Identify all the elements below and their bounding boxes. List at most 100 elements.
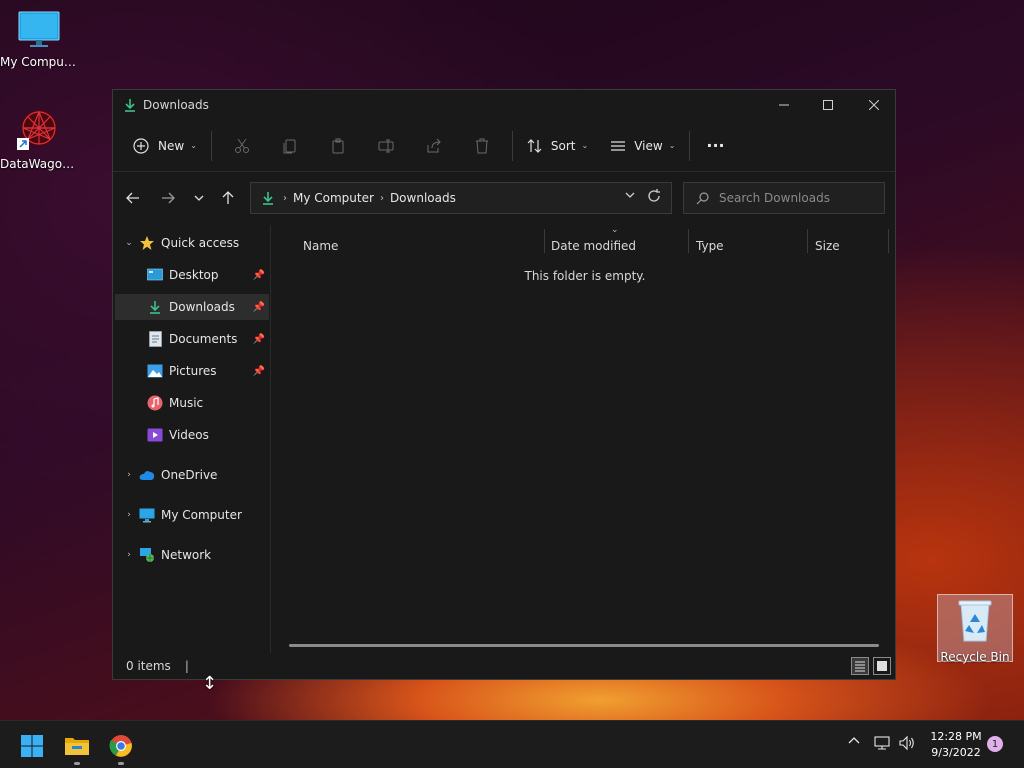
pin-icon[interactable]: 📌 (253, 334, 265, 345)
taskbar-chrome[interactable] (101, 729, 141, 765)
close-button[interactable] (851, 90, 897, 120)
window-title: Downloads (143, 98, 209, 112)
tiles-view-icon (877, 661, 887, 671)
minimize-button[interactable] (761, 90, 807, 120)
sidebar-item-quick-access[interactable]: ⌄ Quick access (115, 230, 269, 256)
pin-icon[interactable]: 📌 (253, 302, 265, 313)
details-view-icon (855, 661, 865, 672)
arrow-right-icon (162, 192, 175, 204)
delete-button[interactable] (458, 129, 506, 163)
sidebar-item-label: Videos (169, 428, 209, 442)
search-box[interactable] (683, 182, 885, 214)
column-divider[interactable] (807, 229, 808, 253)
sidebar-item-documents[interactable]: Documents 📌 (115, 326, 269, 352)
large-icons-view-button[interactable] (873, 657, 891, 675)
sidebar-item-my-computer[interactable]: › My Computer (115, 502, 269, 528)
more-options-button[interactable]: ··· (696, 129, 734, 163)
horizontal-scrollbar[interactable] (289, 644, 879, 647)
view-label: View (634, 138, 663, 153)
monitor-icon (18, 11, 60, 47)
chevron-right-icon[interactable]: › (119, 550, 139, 560)
copy-button[interactable] (266, 129, 314, 163)
new-button[interactable]: New ⌄ (125, 129, 205, 163)
chevron-right-icon[interactable]: › (119, 510, 139, 520)
system-clock[interactable]: 12:28 PM 9/3/2022 (918, 729, 994, 761)
column-header-date-modified[interactable]: Date modified ⌄ (551, 225, 637, 257)
sidebar-item-onedrive[interactable]: › OneDrive (115, 462, 269, 488)
refresh-icon (648, 189, 660, 202)
sidebar-item-desktop[interactable]: Desktop 📌 (115, 262, 269, 288)
forward-button[interactable] (151, 181, 185, 215)
command-bar: New ⌄ Sort ⌄ View ⌄ ··· (113, 120, 895, 172)
share-button[interactable] (410, 129, 458, 163)
cloud-icon (139, 467, 155, 483)
notification-badge[interactable]: 1 (987, 736, 1003, 752)
file-list: Name Date modified ⌄ Type Size This fold… (273, 225, 895, 653)
running-indicator (118, 762, 124, 765)
clock-time: 12:28 PM (930, 730, 982, 743)
column-divider[interactable] (688, 229, 689, 253)
sidebar-item-downloads[interactable]: Downloads 📌 (115, 294, 269, 320)
chevron-down-icon: ⌄ (668, 141, 676, 150)
maximize-button[interactable] (805, 90, 851, 120)
details-view-button[interactable] (851, 657, 869, 675)
pin-icon[interactable]: 📌 (253, 366, 265, 377)
start-button[interactable] (12, 729, 52, 763)
column-divider[interactable] (888, 229, 889, 253)
title-bar[interactable]: Downloads (113, 90, 895, 120)
network-status-button[interactable] (874, 735, 890, 755)
view-button[interactable]: View ⌄ (602, 129, 683, 163)
rename-button[interactable] (362, 129, 410, 163)
document-icon (147, 331, 163, 347)
desktop-icon-label: My Computer (0, 55, 78, 69)
sidebar-item-label: Network (161, 548, 212, 562)
taskbar: 12:28 PM 9/3/2022 (0, 720, 1024, 768)
column-header-name[interactable]: Name (303, 235, 338, 257)
sort-icon (527, 138, 542, 153)
desktop-icon-datawagon[interactable]: DataWagon... (0, 106, 78, 171)
desktop-icon-recycle-bin[interactable]: Recycle Bin (937, 594, 1013, 664)
sidebar-item-videos[interactable]: Videos (115, 422, 269, 448)
status-bar: 0 items | (113, 653, 895, 679)
taskbar-file-explorer[interactable] (57, 729, 97, 765)
up-button[interactable] (211, 181, 245, 215)
search-input[interactable] (719, 191, 879, 205)
chevron-up-icon (848, 737, 860, 744)
share-icon (427, 138, 441, 152)
download-icon (263, 192, 273, 205)
address-bar[interactable]: › My Computer › Downloads (250, 182, 672, 214)
volume-button[interactable] (899, 735, 915, 755)
sidebar-item-network[interactable]: › Network (115, 542, 269, 568)
column-divider[interactable] (544, 229, 545, 253)
star-icon (139, 235, 155, 251)
address-history-button[interactable] (625, 190, 635, 203)
column-header-size[interactable]: Size (815, 235, 840, 257)
column-header-type[interactable]: Type (696, 235, 724, 257)
sort-button[interactable]: Sort ⌄ (519, 129, 596, 163)
chevron-right-icon[interactable]: › (119, 470, 139, 480)
sidebar-item-label: Documents (169, 332, 238, 346)
navigation-pane: ⌄ Quick access Desktop 📌 Downloads 📌 Doc… (113, 225, 271, 653)
breadcrumb-my-computer[interactable]: My Computer (293, 191, 374, 205)
sidebar-item-pictures[interactable]: Pictures 📌 (115, 358, 269, 384)
sidebar-item-music[interactable]: Music (115, 390, 269, 416)
minimize-icon (779, 104, 789, 106)
pin-icon[interactable]: 📌 (253, 270, 265, 281)
desktop-icon-label: DataWagon... (0, 157, 78, 171)
sort-indicator-icon: ⌄ (611, 225, 619, 235)
item-count: 0 items (126, 659, 171, 673)
show-hidden-icons-button[interactable] (848, 735, 860, 751)
clipboard-icon (332, 138, 344, 153)
back-button[interactable] (116, 181, 150, 215)
paste-button[interactable] (314, 129, 362, 163)
breadcrumb-downloads[interactable]: Downloads (390, 191, 456, 205)
pictures-icon (147, 363, 163, 379)
desktop-icon-my-computer[interactable]: My Computer (0, 10, 78, 69)
speaker-icon (899, 735, 914, 751)
toolbar-divider (689, 130, 691, 161)
close-icon (869, 100, 879, 110)
chevron-down-icon[interactable]: ⌄ (119, 238, 139, 248)
column-header-label: Date modified (551, 239, 637, 253)
refresh-button[interactable] (647, 189, 661, 207)
cut-button[interactable] (218, 129, 266, 163)
